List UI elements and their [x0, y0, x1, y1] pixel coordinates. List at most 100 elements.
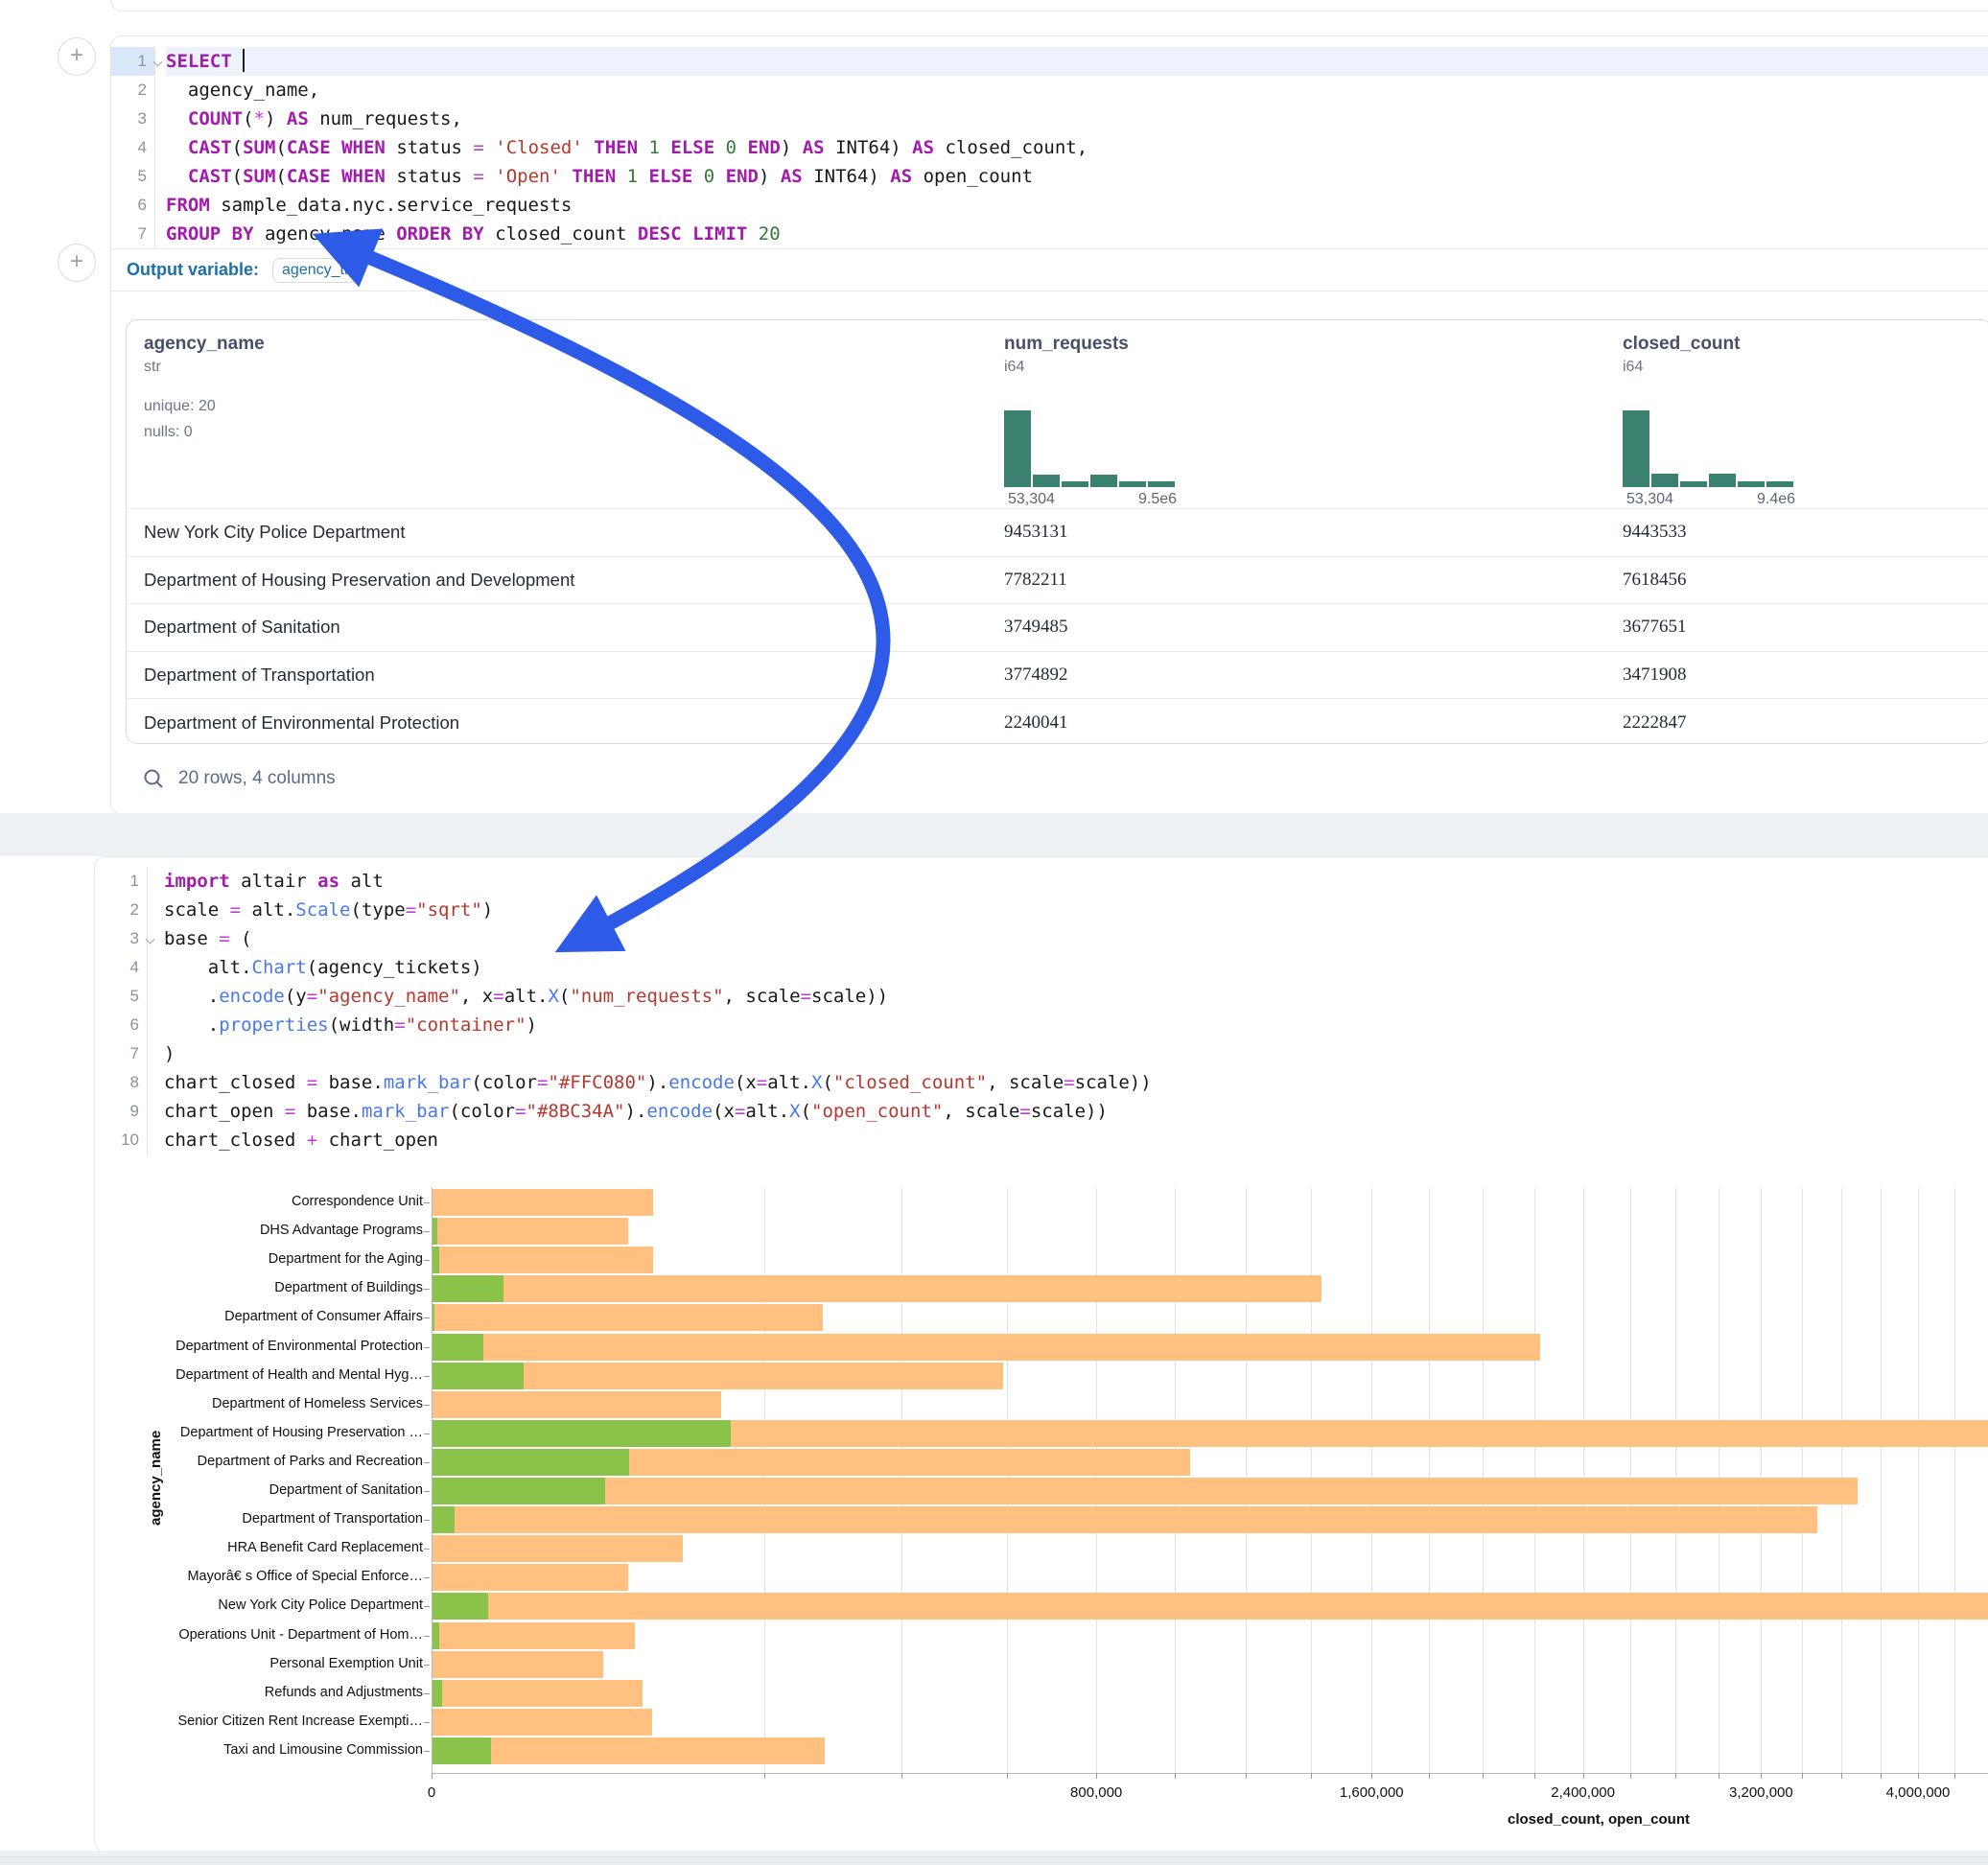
code-token — [166, 166, 188, 187]
line-number: 7 — [111, 220, 154, 248]
code-line[interactable]: import altair as alt — [164, 867, 1988, 896]
code-line[interactable]: COUNT(*) AS num_requests, — [166, 105, 1988, 133]
value-cell: 3677651 — [1623, 617, 1687, 638]
code-line[interactable]: chart_closed + chart_open — [164, 1126, 1988, 1154]
agency-name-cell: Department of Housing Preservation and D… — [144, 570, 574, 591]
x-axis-tick-label: 1,600,000 — [1314, 1784, 1429, 1801]
bar-closed-count — [433, 1247, 653, 1273]
value-cell: 3749485 — [1004, 617, 1068, 638]
code-token: = — [735, 1101, 745, 1122]
x-axis-tick — [1534, 1773, 1535, 1779]
code-line[interactable]: chart_closed = base.mark_bar(color="#FFC… — [164, 1068, 1988, 1097]
code-line[interactable]: chart_open = base.mark_bar(color="#8BC34… — [164, 1097, 1988, 1126]
line-number: 1 — [111, 47, 154, 76]
y-tick — [424, 1577, 430, 1578]
code-token: , scale — [724, 986, 801, 1007]
table-row[interactable]: Department of Transportation377489234719… — [127, 652, 1988, 700]
y-axis-label: Department for the Aging — [106, 1251, 423, 1267]
agency-name-cell: Department of Environmental Protection — [144, 712, 459, 734]
code-token: . — [164, 1014, 219, 1036]
x-axis-tick — [1802, 1773, 1803, 1779]
code-token: CASE — [287, 137, 331, 158]
bar-closed-count — [433, 1593, 1988, 1620]
x-axis-tick — [764, 1773, 765, 1779]
code-token: 1 — [648, 137, 659, 158]
code-token: "closed_count" — [833, 1072, 987, 1093]
code-token — [484, 137, 495, 158]
code-token: = — [473, 166, 483, 187]
y-tick — [424, 1751, 430, 1752]
code-token: + — [307, 1130, 317, 1151]
code-line[interactable]: ) — [164, 1039, 1988, 1068]
code-line[interactable]: scale = alt.Scale(type="sqrt") — [164, 896, 1988, 924]
code-token: ( — [232, 137, 243, 158]
code-token: status — [386, 166, 474, 187]
x-axis-tick — [1096, 1773, 1097, 1779]
x-axis-tick — [1881, 1773, 1882, 1779]
code-token: AS — [781, 166, 803, 187]
line-number: 9 — [95, 1097, 147, 1126]
python-code-editor[interactable]: 12345678910import altair as altscale = a… — [95, 867, 1988, 1154]
code-token: = — [230, 899, 241, 921]
value-cell: 3774892 — [1004, 664, 1068, 686]
add-cell-button-top[interactable]: + — [58, 37, 96, 76]
table-row[interactable]: Department of Sanitation37494853677651 — [127, 604, 1988, 652]
code-token: = — [801, 986, 811, 1007]
code-token: WHEN — [341, 137, 386, 158]
bar-open-count — [433, 1680, 442, 1707]
line-number: 3 — [95, 924, 147, 953]
code-token: import — [164, 871, 230, 892]
code-line[interactable]: GROUP BY agency_name ORDER BY closed_cou… — [166, 220, 1988, 248]
y-tick — [424, 1693, 430, 1694]
column-type: i64 — [1004, 359, 1129, 376]
x-axis-tick — [1630, 1773, 1631, 1779]
code-token: ( — [801, 1101, 811, 1122]
code-token: agency_name, — [166, 80, 319, 101]
code-token: THEN — [572, 166, 616, 187]
value-cell: 9443533 — [1623, 522, 1687, 543]
code-token: properties — [219, 1014, 328, 1036]
code-token: SUM — [243, 137, 275, 158]
code-token: ELSE — [649, 166, 693, 187]
y-axis-label: Department of Consumer Affairs — [106, 1309, 423, 1324]
table-row[interactable]: Department of Environmental Protection 22… — [127, 699, 1988, 746]
code-line[interactable]: .encode(y="agency_name", x=alt.X("num_re… — [164, 982, 1988, 1011]
y-axis-label: HRA Benefit Card Replacement — [106, 1540, 423, 1555]
code-line[interactable]: CAST(SUM(CASE WHEN status = 'Open' THEN … — [166, 162, 1988, 191]
y-axis-label: Mayorâ€ s Office of Special Enforce… — [106, 1569, 423, 1584]
bar-closed-count — [433, 1622, 635, 1649]
value-cell: 2240041 — [1004, 712, 1068, 734]
code-line[interactable]: SELECT — [166, 47, 1988, 76]
code-token: AS — [803, 137, 825, 158]
code-line[interactable]: CAST(SUM(CASE WHEN status = 'Closed' THE… — [166, 133, 1988, 162]
output-variable-pill[interactable]: agency_tickets — [272, 258, 357, 283]
code-line[interactable]: .properties(width="container") — [164, 1011, 1988, 1039]
code-token: INT64) — [803, 166, 891, 187]
column-header[interactable]: agency_namestrunique: 20nulls: 0 — [144, 320, 265, 445]
code-token: encode — [219, 986, 285, 1007]
y-axis-label: Refunds and Adjustments — [106, 1685, 423, 1700]
column-header[interactable]: closed_counti64 — [1623, 320, 1740, 376]
bar-closed-count — [433, 1651, 603, 1678]
code-line[interactable]: base = ( — [164, 924, 1988, 953]
column-header[interactable]: num_requestsi64 — [1004, 320, 1129, 376]
x-axis-tick — [901, 1773, 902, 1779]
table-row[interactable]: Department of Housing Preservation and D… — [127, 557, 1988, 605]
code-token: DESC — [638, 223, 682, 245]
code-token: ) — [482, 899, 493, 921]
x-axis-tick — [1007, 1773, 1008, 1779]
agency-name-cell: Department of Transportation — [144, 664, 375, 686]
bar-closed-count — [433, 1709, 652, 1736]
code-token: ) — [759, 166, 781, 187]
sql-code-editor[interactable]: 1234567SELECT agency_name, COUNT(*) AS n… — [111, 47, 1988, 248]
table-row[interactable]: New York City Police Department945313194… — [127, 509, 1988, 557]
code-token: "#8BC34A" — [526, 1101, 625, 1122]
code-line[interactable]: agency_name, — [166, 76, 1988, 105]
code-token: X — [811, 1072, 822, 1093]
code-line[interactable]: alt.Chart(agency_tickets) — [164, 953, 1988, 982]
add-cell-button-middle[interactable]: + — [58, 244, 96, 282]
code-line[interactable]: FROM sample_data.nyc.service_requests — [166, 191, 1988, 220]
value-cell: 9453131 — [1004, 522, 1068, 543]
search-icon[interactable] — [142, 767, 165, 790]
code-token: SELECT — [166, 51, 232, 72]
